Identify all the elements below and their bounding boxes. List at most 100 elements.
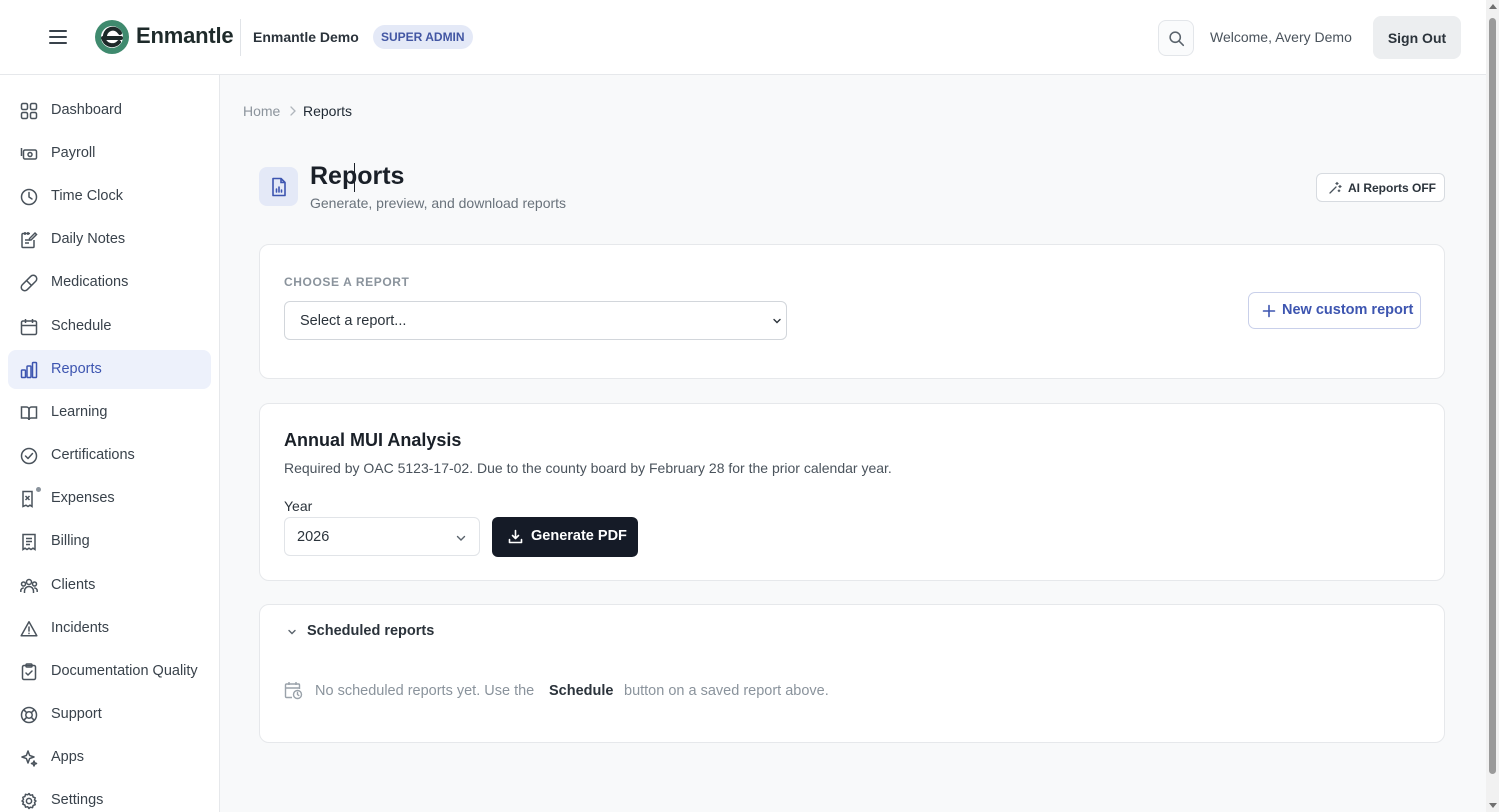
sidebar-item-label: Reports — [51, 361, 102, 377]
sidebar-item-schedule[interactable]: Schedule — [8, 307, 211, 346]
sidebar-item-label: Settings — [51, 792, 104, 808]
book-icon — [20, 406, 38, 421]
report-description: Required by OAC 5123-17-02. Due to the c… — [284, 460, 892, 476]
sidebar-item-label: Documentation Quality — [51, 663, 198, 679]
text-cursor — [354, 163, 355, 192]
logo-icon[interactable] — [93, 18, 131, 56]
ai-reports-toggle-label: AI Reports OFF — [1348, 181, 1437, 195]
sidebar-item-settings[interactable]: Settings — [8, 781, 211, 812]
check-circle-icon — [20, 447, 38, 465]
notification-dot — [36, 487, 41, 492]
sidebar-item-certifications[interactable]: Certifications — [8, 436, 211, 475]
organization-name: Enmantle Demo — [253, 29, 359, 45]
search-icon — [1168, 30, 1184, 46]
sidebar-item-label: Support — [51, 706, 102, 722]
year-select[interactable]: 2026 — [284, 517, 480, 556]
calendar-icon — [20, 319, 38, 336]
sidebar-item-daily-notes[interactable]: Daily Notes — [8, 220, 211, 259]
sidebar-item-label: Dashboard — [51, 102, 122, 118]
sidebar-item-incidents[interactable]: Incidents — [8, 609, 211, 648]
page-title: Reports — [310, 162, 405, 190]
clipboard-check-icon — [21, 663, 37, 681]
chevron-down-icon — [773, 318, 781, 324]
new-custom-report-button[interactable]: New custom report — [1248, 292, 1421, 329]
calendar-clock-icon — [284, 682, 303, 700]
year-label: Year — [284, 498, 313, 514]
generate-pdf-label: Generate PDF — [531, 528, 627, 544]
scroll-up-arrow-icon[interactable] — [1489, 4, 1497, 9]
sidebar-item-support[interactable]: Support — [8, 695, 211, 734]
sparkle-icon — [21, 750, 38, 767]
sidebar-item-label: Certifications — [51, 447, 135, 463]
sidebar-item-apps[interactable]: Apps — [8, 738, 211, 777]
sidebar-item-payroll[interactable]: Payroll — [8, 134, 211, 173]
scrollbar-thumb[interactable] — [1489, 18, 1496, 774]
users-icon — [20, 578, 38, 593]
logo-text[interactable]: Enmantle — [136, 23, 234, 49]
receipt-icon — [22, 490, 33, 508]
report-title: Annual MUI Analysis — [284, 430, 462, 450]
sidebar-item-label: Daily Notes — [51, 231, 126, 247]
page-subtitle: Generate, preview, and download reports — [310, 195, 567, 211]
grid-icon — [20, 102, 38, 120]
choose-report-card: CHOOSE A REPORT Select a report... New c… — [259, 244, 1445, 379]
scroll-down-arrow-icon[interactable] — [1489, 803, 1497, 808]
invoice-icon — [22, 533, 36, 551]
report-document-icon — [259, 167, 298, 206]
chevron-down-icon[interactable] — [287, 627, 297, 637]
scheduled-empty-text: No scheduled reports yet. Use the — [315, 683, 535, 699]
money-icon — [20, 148, 38, 160]
annual-mui-card: Annual MUI Analysis Required by OAC 5123… — [259, 403, 1445, 581]
generate-pdf-button[interactable]: Generate PDF — [492, 517, 638, 557]
sidebar-item-expenses[interactable]: Expenses — [8, 479, 211, 518]
breadcrumb-home-link[interactable]: Home — [243, 103, 280, 119]
role-badge: SUPER ADMIN — [373, 25, 473, 49]
sidebar-item-learning[interactable]: Learning — [8, 393, 211, 432]
sidebar-item-label: Time Clock — [51, 188, 123, 204]
sidebar-item-label: Learning — [51, 404, 108, 420]
page-scrollbar[interactable] — [1486, 0, 1499, 812]
breadcrumb-chevron-right-icon — [290, 106, 296, 116]
search-button[interactable] — [1158, 20, 1194, 56]
pill-icon — [20, 274, 38, 292]
sidebar-item-label: Apps — [51, 749, 85, 765]
sidebar-item-label: Billing — [51, 533, 90, 549]
bar-chart-icon — [20, 361, 38, 379]
sidebar-item-billing[interactable]: Billing — [8, 522, 211, 561]
sidebar: Dashboard Payroll Time Clock Daily Notes… — [0, 75, 220, 812]
sidebar-item-medications[interactable]: Medications — [8, 263, 211, 302]
sidebar-item-label: Incidents — [51, 620, 110, 636]
ai-reports-toggle-button[interactable]: AI Reports OFF — [1316, 173, 1445, 202]
sidebar-item-reports[interactable]: Reports — [8, 350, 211, 389]
sidebar-item-dashboard[interactable]: Dashboard — [8, 91, 211, 130]
sidebar-item-label: Medications — [51, 274, 129, 290]
sidebar-item-label: Payroll — [51, 145, 96, 161]
sidebar-item-label: Expenses — [51, 490, 115, 506]
scheduled-reports-card: Scheduled reports No scheduled reports y… — [259, 604, 1445, 743]
year-select-value: 2026 — [297, 529, 330, 545]
breadcrumb-current: Reports — [303, 103, 353, 119]
notes-icon — [21, 231, 38, 249]
hamburger-menu-icon[interactable] — [48, 27, 68, 47]
report-select-value: Select a report... — [300, 313, 407, 329]
magic-wand-icon — [1329, 181, 1342, 194]
sidebar-item-label: Clients — [51, 577, 96, 593]
report-select[interactable]: Select a report... — [284, 301, 787, 340]
scheduled-empty-text-suffix: button on a saved report above. — [624, 683, 829, 699]
sign-out-button[interactable]: Sign Out — [1373, 16, 1461, 59]
download-icon — [508, 529, 523, 544]
header-divider — [240, 19, 241, 56]
scheduled-empty-emphasis: Schedule — [549, 683, 614, 699]
sidebar-item-label: Schedule — [51, 318, 112, 334]
top-header: Enmantle Enmantle Demo SUPER ADMIN Welco… — [0, 0, 1486, 75]
warning-icon — [20, 621, 38, 637]
lifebuoy-icon — [20, 706, 38, 724]
sidebar-item-clients[interactable]: Clients — [8, 566, 211, 605]
sidebar-item-documentation-quality[interactable]: Documentation Quality — [8, 652, 211, 691]
sidebar-item-time-clock[interactable]: Time Clock — [8, 177, 211, 216]
clock-icon — [20, 188, 38, 206]
scheduled-reports-toggle[interactable]: Scheduled reports — [307, 623, 434, 639]
gear-icon — [21, 792, 37, 810]
welcome-text: Welcome, Avery Demo — [1210, 29, 1352, 45]
new-custom-report-label: New custom report — [1282, 302, 1414, 318]
